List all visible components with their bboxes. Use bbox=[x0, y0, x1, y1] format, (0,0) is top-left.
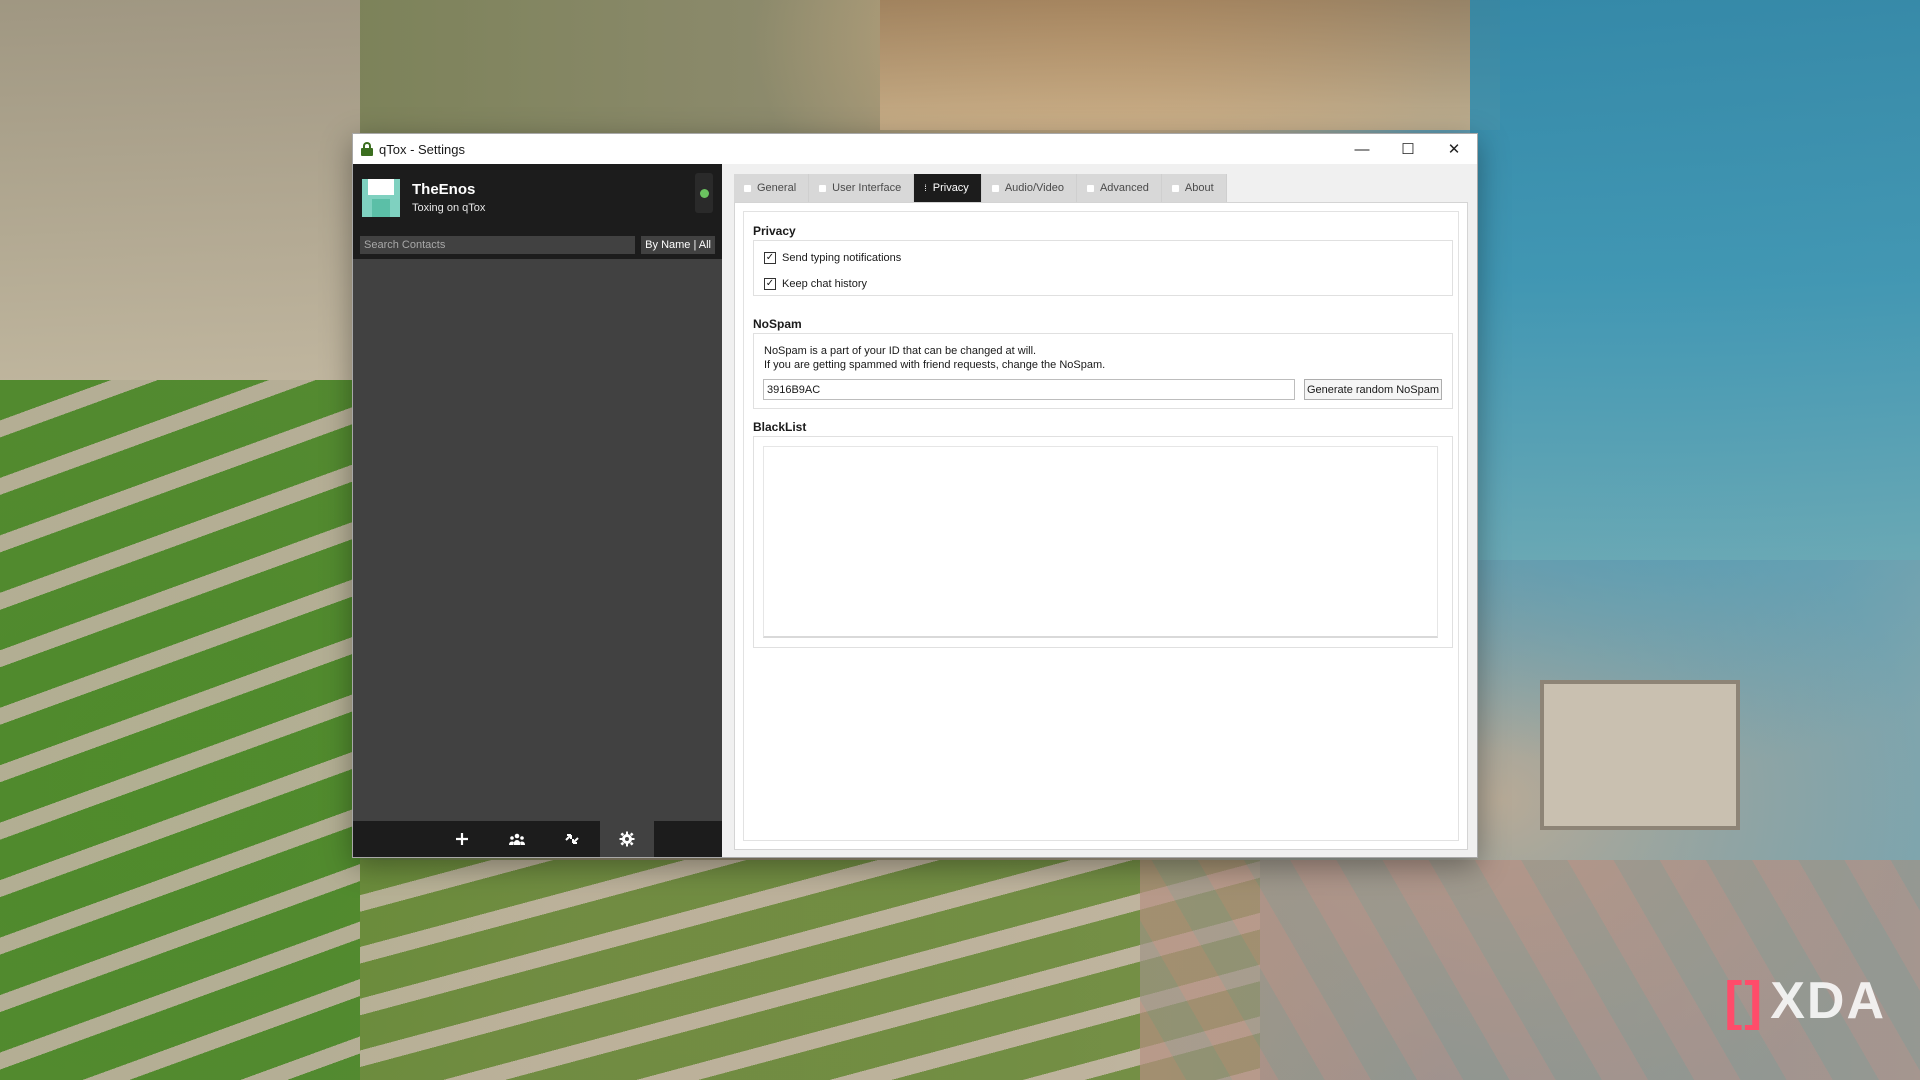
background-sea bbox=[1470, 0, 1920, 560]
typing-notifications-row[interactable]: ✓ Send typing notifications bbox=[764, 252, 901, 264]
privacy-tab-icon: ⁞ bbox=[924, 183, 927, 193]
profile-name[interactable]: TheEnos bbox=[412, 181, 485, 198]
privacy-pane: Privacy ✓ Send typing notifications ✓ Ke… bbox=[734, 202, 1468, 850]
close-button[interactable]: ✕ bbox=[1431, 134, 1477, 164]
group-icon bbox=[509, 833, 525, 845]
blacklist-group-box bbox=[753, 436, 1453, 648]
about-tab-icon bbox=[1171, 184, 1179, 192]
chat-history-row[interactable]: ✓ Keep chat history bbox=[764, 278, 867, 290]
audio-video-tab-icon bbox=[991, 184, 999, 192]
profile-header: TheEnos Toxing on qTox bbox=[353, 164, 722, 231]
gear-icon bbox=[619, 831, 635, 847]
privacy-group-title: Privacy bbox=[753, 224, 796, 238]
online-status-icon bbox=[699, 188, 709, 198]
tab-label: Audio/Video bbox=[1004, 182, 1064, 194]
tab-user-interface[interactable]: User Interface bbox=[809, 174, 915, 202]
background-stage bbox=[1540, 680, 1740, 830]
tab-label: Advanced bbox=[1099, 182, 1149, 194]
nospam-description-line1: NoSpam is a part of your ID that can be … bbox=[764, 345, 1037, 357]
xda-watermark: [] XDA bbox=[1724, 970, 1886, 1032]
background-cliff bbox=[880, 0, 1500, 130]
xda-logo-bracket: [] bbox=[1724, 971, 1765, 1031]
status-button[interactable] bbox=[695, 173, 713, 213]
title-bar[interactable]: qTox - Settings — ☐ ✕ bbox=[353, 134, 1477, 164]
background-building bbox=[0, 0, 360, 380]
maximize-button[interactable]: ☐ bbox=[1385, 134, 1431, 164]
window-title: qTox - Settings bbox=[379, 141, 465, 157]
tab-general[interactable]: General bbox=[734, 174, 810, 202]
add-friend-button[interactable] bbox=[435, 821, 489, 857]
nospam-group-box: NoSpam is a part of your ID that can be … bbox=[753, 333, 1453, 409]
tab-label: User Interface bbox=[832, 182, 902, 194]
privacy-scroll-area[interactable]: Privacy ✓ Send typing notifications ✓ Ke… bbox=[743, 211, 1459, 841]
user-interface-tab-icon bbox=[819, 184, 827, 192]
file-transfers-button[interactable] bbox=[545, 821, 599, 857]
search-contacts-input[interactable] bbox=[360, 236, 636, 254]
settings-tabs: General User Interface ⁞ Privacy Audio/Vi… bbox=[734, 174, 1227, 202]
contact-list[interactable] bbox=[353, 259, 722, 821]
typing-notifications-label[interactable]: Send typing notifications bbox=[782, 252, 901, 264]
nospam-description: NoSpam is a part of your ID that can be … bbox=[764, 344, 1105, 372]
background-terraces bbox=[0, 380, 360, 1080]
settings-panel: General User Interface ⁞ Privacy Audio/Vi… bbox=[722, 164, 1477, 857]
xda-logo-text: XDA bbox=[1770, 972, 1886, 1030]
avatar[interactable] bbox=[362, 178, 400, 217]
tab-label: About bbox=[1184, 182, 1214, 194]
tab-audio-video[interactable]: Audio/Video bbox=[981, 174, 1077, 202]
sidebar-bottom-bar bbox=[353, 821, 722, 857]
chat-history-checkbox[interactable]: ✓ bbox=[764, 278, 776, 290]
transfer-icon bbox=[565, 834, 579, 844]
tab-privacy[interactable]: ⁞ Privacy bbox=[914, 174, 982, 202]
generate-nospam-button[interactable]: Generate random NoSpam bbox=[1304, 379, 1442, 400]
typing-notifications-checkbox[interactable]: ✓ bbox=[764, 252, 776, 264]
contact-search-row: By Name | All bbox=[353, 231, 722, 259]
settings-window: qTox - Settings — ☐ ✕ TheEnos Toxing on … bbox=[352, 133, 1478, 858]
nospam-value-input[interactable] bbox=[763, 379, 1295, 400]
window-controls: — ☐ ✕ bbox=[1339, 134, 1477, 164]
tab-label: Privacy bbox=[932, 182, 969, 194]
groups-button[interactable] bbox=[490, 821, 544, 857]
tab-label: General bbox=[757, 182, 797, 194]
profile-status-message[interactable]: Toxing on qTox bbox=[412, 202, 485, 214]
advanced-tab-icon bbox=[1086, 184, 1094, 192]
tab-advanced[interactable]: Advanced bbox=[1076, 174, 1162, 202]
background-steps bbox=[360, 860, 1260, 1080]
plus-icon bbox=[456, 833, 468, 845]
blacklist-group-title: BlackList bbox=[753, 420, 807, 434]
blacklist-textarea[interactable] bbox=[763, 446, 1438, 638]
chat-history-label[interactable]: Keep chat history bbox=[782, 278, 867, 290]
privacy-group-box: ✓ Send typing notifications ✓ Keep chat … bbox=[753, 240, 1453, 296]
general-tab-icon bbox=[744, 184, 751, 192]
contact-filter-button[interactable]: By Name | All bbox=[641, 236, 715, 254]
tab-about[interactable]: About bbox=[1161, 174, 1227, 202]
nospam-description-line2: If you are getting spammed with friend r… bbox=[764, 359, 1106, 371]
sidebar: TheEnos Toxing on qTox By Name | All bbox=[353, 164, 722, 857]
settings-button[interactable] bbox=[600, 821, 654, 857]
lock-icon bbox=[361, 142, 373, 156]
minimize-button[interactable]: — bbox=[1339, 134, 1385, 164]
nospam-group-title: NoSpam bbox=[753, 317, 802, 331]
